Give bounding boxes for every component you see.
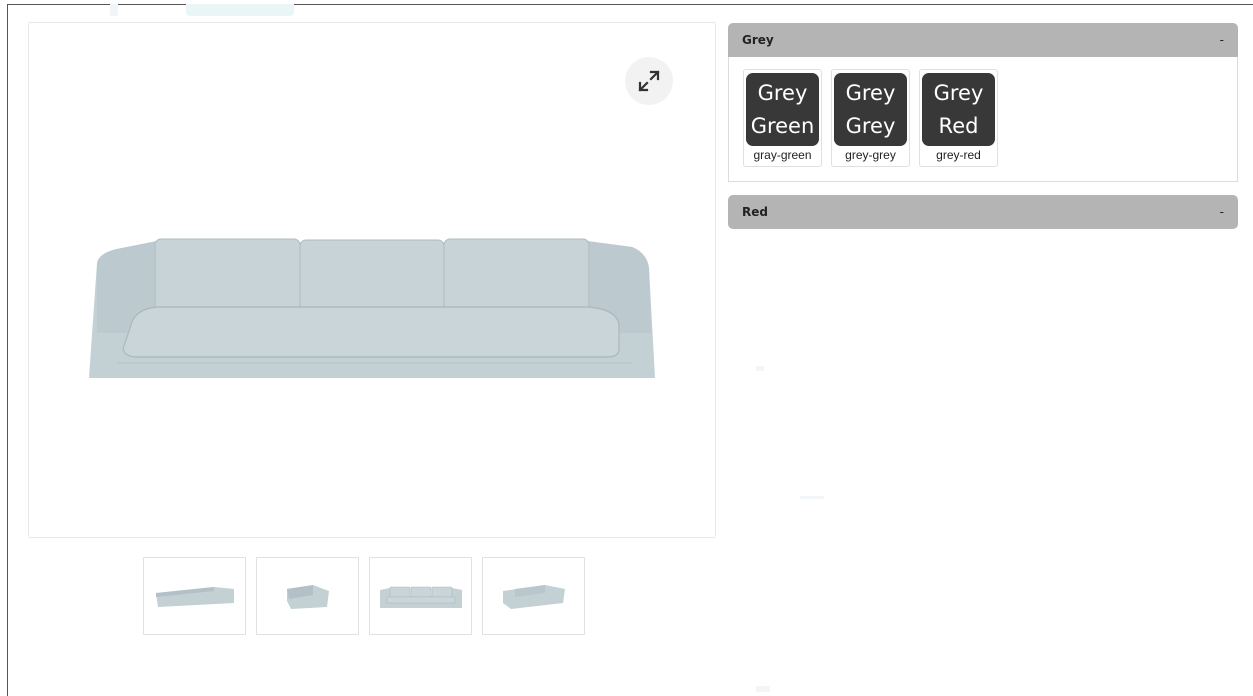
swatch-tile: Grey Green bbox=[746, 73, 819, 146]
swatch-tile: Grey Red bbox=[922, 73, 995, 146]
swatch-list: Grey Green gray-green Grey Grey grey-gre… bbox=[743, 69, 998, 167]
thumbnail-strip bbox=[143, 557, 585, 635]
expand-button[interactable] bbox=[625, 57, 673, 105]
accordion-header-red[interactable]: Red - bbox=[728, 195, 1238, 229]
main-product-image bbox=[28, 22, 716, 538]
collapse-toggle[interactable]: - bbox=[1220, 205, 1224, 219]
accordion-body-grey: Grey Green gray-green Grey Grey grey-gre… bbox=[728, 57, 1238, 182]
sofa-front-thumbnail bbox=[379, 586, 462, 608]
swatch-tile-line1: Grey bbox=[933, 80, 984, 105]
background-artifact bbox=[800, 496, 824, 499]
swatch-grey-red[interactable]: Grey Red grey-red bbox=[919, 69, 998, 167]
swatch-tile-line1: Grey bbox=[757, 80, 808, 105]
swatch-label: grey-grey bbox=[845, 148, 896, 162]
top-decoration bbox=[110, 4, 118, 16]
background-artifact bbox=[756, 366, 764, 371]
swatch-tile-line2: Grey bbox=[845, 113, 896, 138]
swatch-tile-line2: Red bbox=[938, 113, 979, 138]
swatch-tile-line2: Green bbox=[750, 113, 815, 138]
top-tab-hint bbox=[186, 4, 294, 16]
sofa-angle-thumbnail bbox=[502, 585, 565, 609]
swatch-label: gray-green bbox=[753, 148, 812, 162]
accordion-title: Grey bbox=[742, 33, 774, 47]
background-artifact bbox=[756, 686, 770, 692]
swatch-tile: Grey Grey bbox=[834, 73, 907, 146]
swatch-label: grey-red bbox=[936, 148, 981, 162]
accordion-header-grey[interactable]: Grey - bbox=[728, 23, 1238, 57]
thumbnail-sofa-side[interactable] bbox=[143, 557, 246, 635]
swatch-tile-line1: Grey bbox=[845, 80, 896, 105]
thumbnail-sofa-front[interactable] bbox=[369, 557, 472, 635]
sofa-side-thumbnail bbox=[155, 587, 234, 607]
sofa-end-thumbnail bbox=[286, 585, 329, 609]
accordion-title: Red bbox=[742, 205, 768, 219]
thumbnail-sofa-angle[interactable] bbox=[482, 557, 585, 635]
sofa-image bbox=[89, 238, 655, 378]
collapse-toggle[interactable]: - bbox=[1220, 33, 1224, 47]
expand-arrows-icon bbox=[638, 70, 660, 92]
thumbnail-sofa-end[interactable] bbox=[256, 557, 359, 635]
swatch-gray-green[interactable]: Grey Green gray-green bbox=[743, 69, 822, 167]
swatch-grey-grey[interactable]: Grey Grey grey-grey bbox=[831, 69, 910, 167]
